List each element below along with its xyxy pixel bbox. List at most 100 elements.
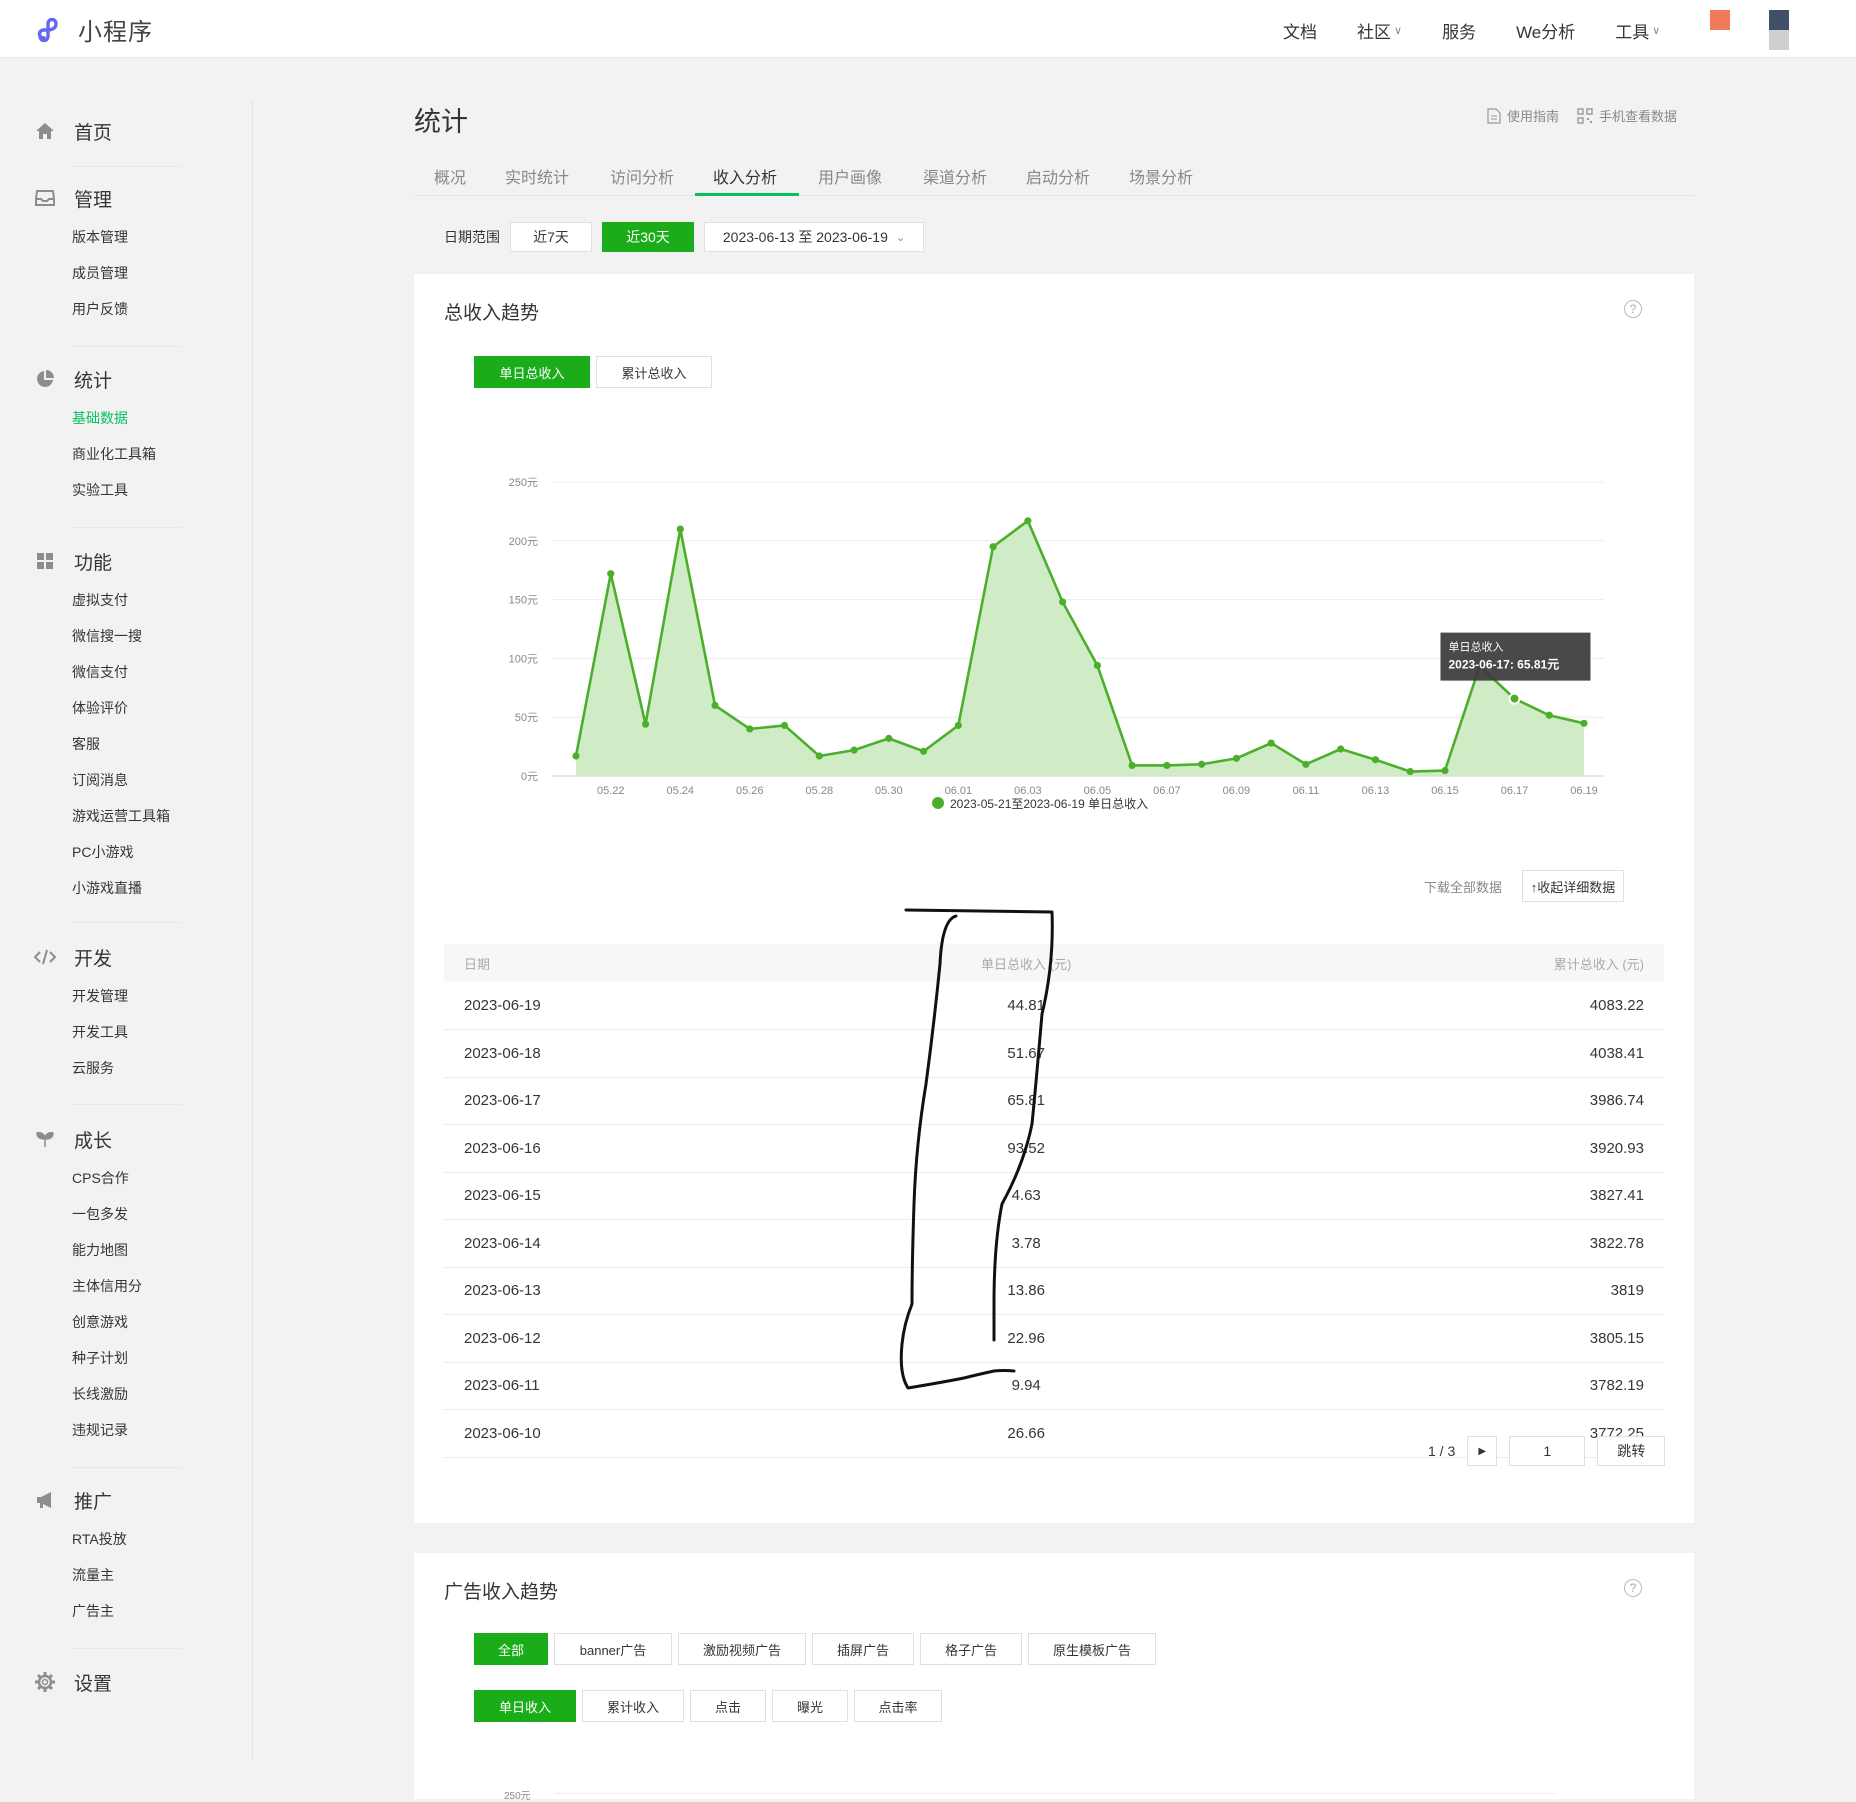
next-page-button[interactable]: ▶ [1467, 1436, 1498, 1466]
sidebar-item[interactable]: 版本管理 [0, 219, 253, 255]
chart-point[interactable] [676, 525, 684, 533]
sidebar-item[interactable]: 一包多发 [0, 1196, 253, 1232]
chart-point[interactable] [780, 721, 789, 730]
chart-point[interactable] [1441, 766, 1449, 775]
sidebar-item[interactable]: 实验工具 [0, 472, 253, 508]
chart-point[interactable] [1198, 760, 1206, 768]
chart-point[interactable] [954, 721, 962, 730]
ad-metric-button[interactable]: 点击 [690, 1690, 766, 1722]
sidebar-item[interactable]: 虚拟支付 [0, 582, 253, 618]
ad-metric-button[interactable]: 曝光 [772, 1690, 848, 1722]
sidebar-item[interactable]: 成员管理 [0, 255, 253, 291]
ad-type-button[interactable]: banner广告 [554, 1633, 672, 1665]
sidebar-item[interactable]: 创意游戏 [0, 1304, 253, 1340]
chart-point[interactable] [850, 746, 858, 754]
chart-point[interactable] [1371, 756, 1380, 764]
sidebar-item[interactable]: 订阅消息 [0, 762, 253, 798]
topnav-item[interactable]: 服务 [1442, 18, 1476, 43]
help-icon[interactable]: ? [1624, 300, 1642, 318]
ad-type-button[interactable]: 激励视频广告 [678, 1633, 806, 1665]
daily-revenue-toggle[interactable]: 单日总收入 [474, 356, 590, 388]
app-logo[interactable]: 小程序 [34, 12, 153, 47]
sidebar-item[interactable]: 开发工具 [0, 1014, 253, 1050]
sidebar-item[interactable]: RTA投放 [0, 1521, 253, 1557]
page-number-input[interactable]: 1 [1509, 1436, 1586, 1466]
sidebar-home[interactable]: 首页 [0, 116, 253, 146]
sidebar-item[interactable]: 流量主 [0, 1557, 253, 1593]
sidebar-item[interactable]: 种子计划 [0, 1340, 253, 1376]
sidebar-item[interactable]: 长线激励 [0, 1376, 253, 1412]
ad-metric-button[interactable]: 点击率 [854, 1690, 942, 1722]
chart-point[interactable] [1059, 598, 1067, 606]
cumulative-revenue-toggle[interactable]: 累计总收入 [596, 356, 712, 388]
chart-point[interactable] [1232, 754, 1241, 762]
sidebar-item[interactable]: 广告主 [0, 1593, 253, 1629]
sidebar-settings[interactable]: 设置 [0, 1667, 253, 1697]
collapse-details-button[interactable]: ↑收起详细数据 [1522, 870, 1625, 902]
sidebar-item[interactable]: 微信搜一搜 [0, 618, 253, 654]
sidebar-item[interactable]: PC小游戏 [0, 834, 253, 870]
usage-guide-link[interactable]: 使用指南 [1487, 106, 1559, 125]
tab-item[interactable]: 启动分析 [1026, 164, 1090, 188]
ad-metric-button[interactable]: 单日收入 [474, 1690, 576, 1722]
chart-point[interactable] [815, 752, 823, 760]
tab-item[interactable]: 实时统计 [505, 164, 569, 188]
chart-point[interactable] [1580, 719, 1588, 727]
chart-point[interactable] [607, 570, 615, 578]
help-icon[interactable]: ? [1624, 1579, 1642, 1597]
topnav-item[interactable]: 文档 [1283, 18, 1317, 43]
sidebar-item[interactable]: 违规记录 [0, 1412, 253, 1448]
tab-item[interactable]: 渠道分析 [923, 164, 987, 188]
sidebar-item[interactable]: 客服 [0, 726, 253, 762]
ad-metric-button[interactable]: 累计收入 [582, 1690, 684, 1722]
chart-point[interactable] [1163, 761, 1171, 770]
chart-point[interactable] [919, 747, 928, 755]
chart-point[interactable] [746, 725, 754, 733]
chart-point[interactable] [1302, 760, 1310, 768]
chart-point[interactable] [711, 701, 719, 710]
chart-point[interactable] [885, 734, 893, 742]
user-avatar[interactable] [1710, 10, 1730, 30]
chart-point[interactable] [1545, 711, 1553, 719]
chart-point[interactable] [641, 720, 650, 728]
sidebar-item[interactable]: 主体信用分 [0, 1268, 253, 1304]
topnav-item[interactable]: 社区 ∨ [1357, 18, 1402, 43]
sidebar-item[interactable]: 商业化工具箱 [0, 436, 253, 472]
chart-point[interactable] [1508, 692, 1521, 705]
chart-point[interactable] [989, 543, 997, 551]
chart-point[interactable] [1093, 661, 1101, 670]
sidebar-item[interactable]: 小游戏直播 [0, 870, 253, 906]
topnav-item[interactable]: 工具 ∨ [1615, 18, 1660, 43]
sidebar-item[interactable]: 用户反馈 [0, 291, 253, 327]
chart-point[interactable] [1267, 739, 1275, 747]
tab-item[interactable]: 概况 [434, 164, 466, 188]
sidebar-item[interactable]: 基础数据 [0, 400, 253, 436]
sidebar-item[interactable]: 微信支付 [0, 654, 253, 690]
tab-item[interactable]: 访问分析 [610, 164, 674, 188]
sidebar-item[interactable]: 体验评价 [0, 690, 253, 726]
ad-type-button[interactable]: 原生模板广告 [1028, 1633, 1156, 1665]
sidebar-item[interactable]: 开发管理 [0, 978, 253, 1014]
last-30-days-button[interactable]: 近30天 [602, 222, 694, 252]
ad-type-button[interactable]: 格子广告 [920, 1633, 1022, 1665]
chart-point[interactable] [1406, 767, 1414, 776]
sidebar-item[interactable]: CPS合作 [0, 1160, 253, 1196]
tab-item[interactable]: 收入分析 [713, 164, 777, 188]
date-range-picker[interactable]: 2023-06-13 至 2023-06-19 ⌄ [704, 222, 924, 252]
download-all-link[interactable]: 下载全部数据 [1424, 877, 1502, 896]
tab-item[interactable]: 场景分析 [1129, 164, 1193, 188]
ad-type-button[interactable]: 全部 [474, 1633, 548, 1665]
sidebar-item[interactable]: 云服务 [0, 1050, 253, 1086]
topnav-item[interactable]: We分析 [1516, 18, 1575, 43]
chart-point[interactable] [1024, 517, 1032, 525]
sidebar-item[interactable]: 游戏运营工具箱 [0, 798, 253, 834]
chart-point[interactable] [1128, 761, 1136, 770]
chart-point[interactable] [572, 752, 580, 760]
jump-button[interactable]: 跳转 [1597, 1436, 1666, 1466]
ad-type-button[interactable]: 插屏广告 [812, 1633, 914, 1665]
tab-item[interactable]: 用户画像 [818, 164, 882, 188]
chart-point[interactable] [1337, 745, 1345, 753]
mobile-data-link[interactable]: 手机查看数据 [1577, 106, 1677, 125]
last-7-days-button[interactable]: 近7天 [510, 222, 592, 252]
account-avatar[interactable] [1769, 10, 1789, 30]
